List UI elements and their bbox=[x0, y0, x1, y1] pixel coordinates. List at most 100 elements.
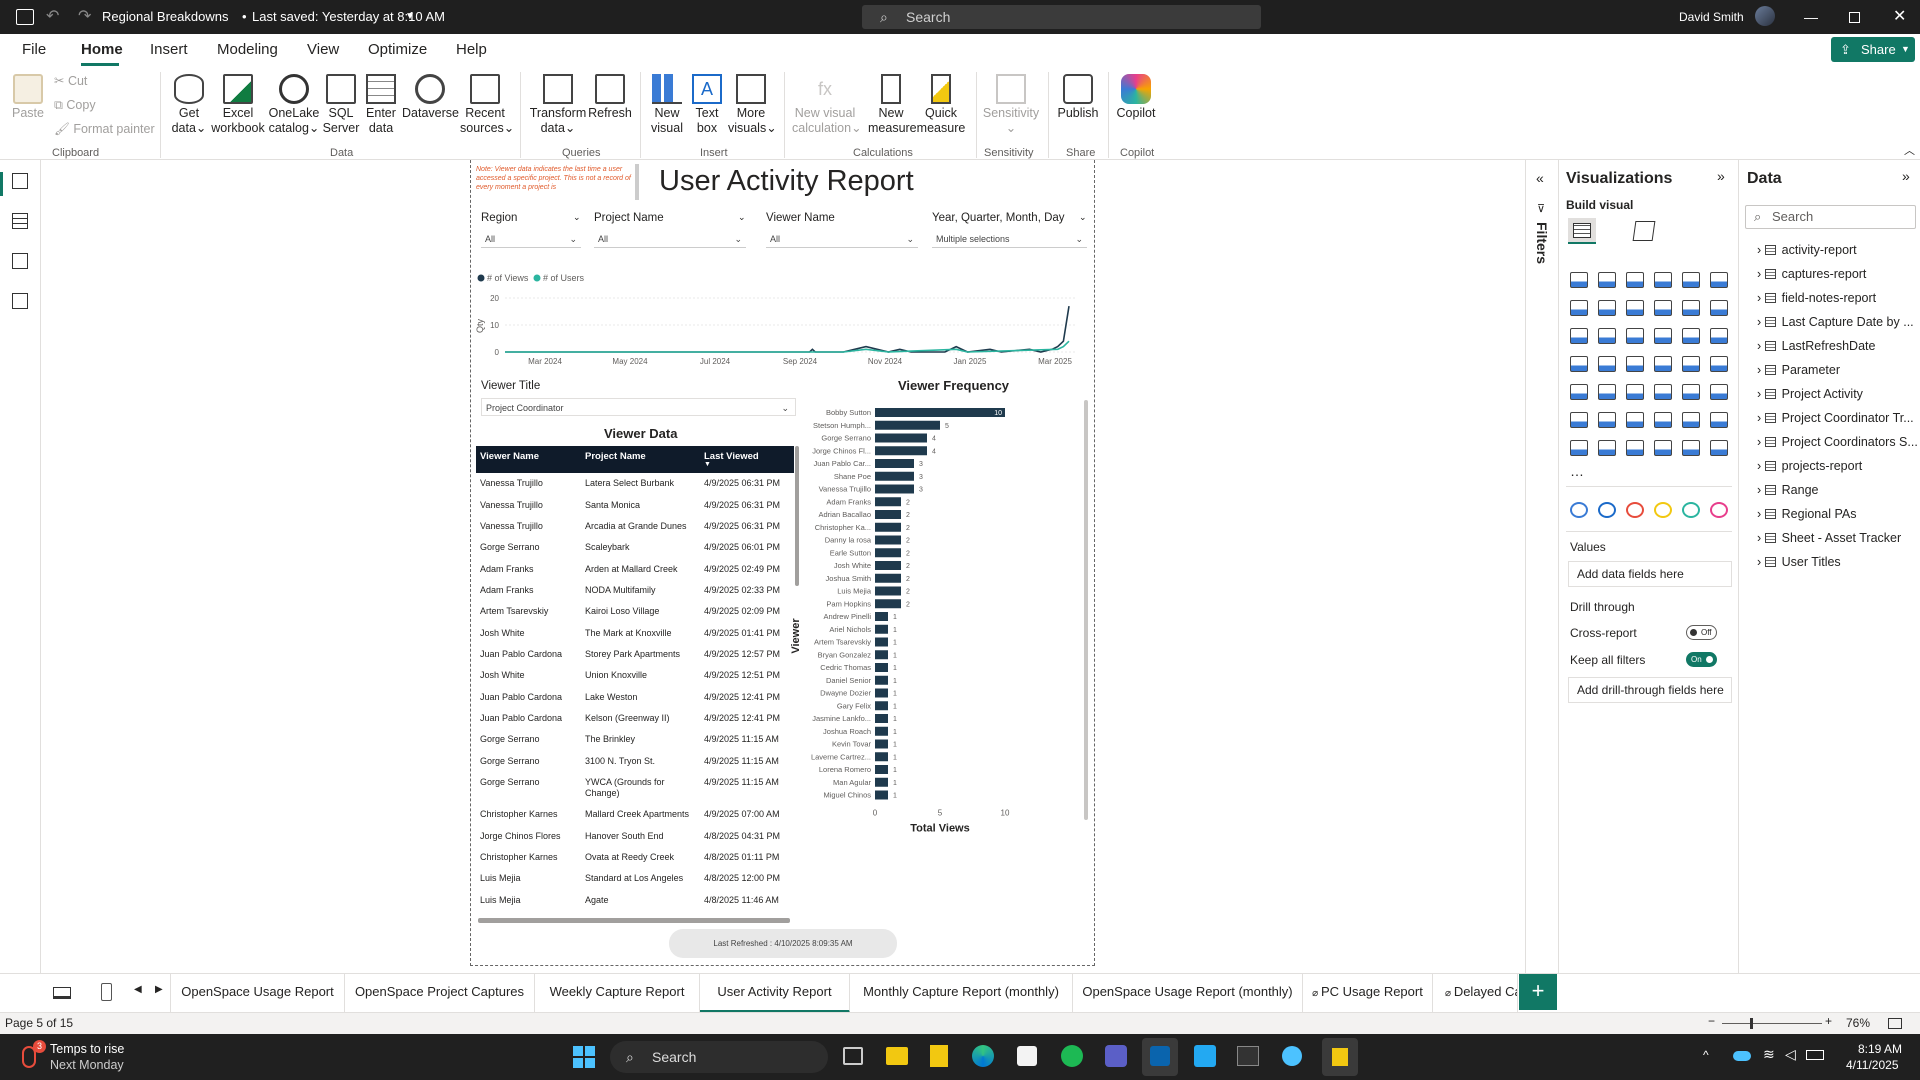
visual-type-icon[interactable] bbox=[1710, 272, 1728, 288]
slicer-dropdown[interactable]: All ⌄ bbox=[766, 230, 918, 248]
series-line[interactable] bbox=[505, 305, 1070, 353]
redo-icon[interactable]: ↷ bbox=[78, 0, 91, 34]
data-table-item[interactable]: › Project Coordinator Tr... bbox=[1757, 411, 1914, 425]
bar[interactable] bbox=[875, 459, 914, 468]
more-visuals-ellipsis[interactable]: … bbox=[1570, 463, 1584, 479]
visual-type-icon[interactable] bbox=[1682, 300, 1700, 316]
add-drill-through-well[interactable]: Add drill-through fields here bbox=[1568, 677, 1732, 703]
data-table-item[interactable]: › Regional PAs bbox=[1757, 507, 1856, 521]
chevron-right-icon[interactable]: › bbox=[1757, 291, 1765, 305]
table-scrollbar-v[interactable] bbox=[795, 446, 799, 586]
task-view-icon[interactable] bbox=[843, 1047, 863, 1065]
more-visuals-button[interactable]: More visuals⌄ bbox=[728, 74, 777, 136]
bar[interactable] bbox=[875, 408, 1005, 417]
publish-button[interactable]: Publish bbox=[1056, 74, 1100, 121]
slicer-date[interactable]: Year, Quarter, Month, Day ⌄ Multiple sel… bbox=[932, 212, 1087, 248]
visual-type-icon[interactable] bbox=[1654, 328, 1672, 344]
table-row[interactable]: Juan Pablo Cardona Storey Park Apartments… bbox=[476, 649, 794, 667]
chevron-right-icon[interactable]: › bbox=[1757, 387, 1765, 401]
report-view-icon[interactable] bbox=[0, 172, 3, 196]
outlook-icon[interactable] bbox=[1142, 1038, 1178, 1076]
visual-type-icon[interactable] bbox=[1570, 412, 1588, 428]
windows-start-icon[interactable] bbox=[573, 1046, 595, 1068]
table-row[interactable]: Vanessa Trujillo Arcadia at Grande Dunes 4… bbox=[476, 521, 794, 539]
visual-type-icon[interactable] bbox=[1682, 440, 1700, 456]
table-row[interactable]: Vanessa Trujillo Santa Monica 4/9/2025 06:… bbox=[476, 500, 794, 518]
recent-sources-button[interactable]: Recent sources⌄ bbox=[460, 74, 514, 136]
menu-optimize[interactable]: Optimize bbox=[368, 41, 427, 58]
zoom-slider-thumb[interactable] bbox=[1750, 1018, 1753, 1029]
table-row[interactable]: Adam Franks Arden at Mallard Creek 4/9/202… bbox=[476, 564, 794, 582]
zoom-slider[interactable] bbox=[1722, 1023, 1822, 1024]
visual-type-icon[interactable] bbox=[1598, 272, 1616, 288]
volume-icon[interactable]: ◁ bbox=[1785, 1046, 1796, 1063]
mobile-layout-icon[interactable] bbox=[101, 983, 112, 1001]
weather-title[interactable]: Temps to rise bbox=[50, 1042, 124, 1056]
data-table-item[interactable]: › field-notes-report bbox=[1757, 291, 1876, 305]
visual-type-icon[interactable] bbox=[1570, 440, 1588, 456]
custom-visual-icon[interactable] bbox=[1626, 502, 1644, 518]
page-tab[interactable]: OpenSpace Usage Report (monthly) bbox=[1073, 974, 1303, 1013]
visual-type-icon[interactable] bbox=[1626, 272, 1644, 288]
powerbi-icon[interactable] bbox=[1322, 1038, 1358, 1076]
visual-type-icon[interactable] bbox=[1682, 328, 1700, 344]
bar[interactable] bbox=[875, 522, 901, 532]
visual-type-icon[interactable] bbox=[1626, 412, 1644, 428]
battery-icon[interactable] bbox=[1806, 1050, 1824, 1060]
format-visual-icon[interactable] bbox=[1632, 221, 1656, 241]
page-tab[interactable]: OpenSpace Usage Report bbox=[170, 974, 345, 1013]
new-visual-button[interactable]: New visual bbox=[648, 74, 686, 136]
app-icon[interactable] bbox=[1282, 1046, 1302, 1066]
page-tab[interactable]: Weekly Capture Report bbox=[535, 974, 700, 1013]
table-scrollbar-h[interactable] bbox=[478, 918, 790, 923]
bar[interactable] bbox=[875, 561, 901, 570]
terminal-icon[interactable] bbox=[1237, 1046, 1259, 1066]
file-explorer-icon[interactable] bbox=[886, 1047, 908, 1065]
visual-type-icon[interactable] bbox=[1570, 300, 1588, 316]
visual-type-icon[interactable] bbox=[1654, 384, 1672, 400]
slicer-viewer-title[interactable]: Viewer Title Project Coordinator ⌄ bbox=[481, 380, 796, 417]
bar[interactable] bbox=[875, 612, 888, 621]
cross-report-toggle[interactable]: Off bbox=[1686, 625, 1717, 640]
column-header[interactable]: Project Name bbox=[585, 451, 646, 462]
bar[interactable] bbox=[875, 701, 888, 711]
visual-type-icon[interactable] bbox=[1654, 272, 1672, 288]
data-table-item[interactable]: › Project Activity bbox=[1757, 387, 1863, 401]
bar[interactable] bbox=[875, 497, 901, 507]
bar[interactable] bbox=[875, 688, 888, 698]
page-tab[interactable]: ⌀ PC Usage Report bbox=[1303, 974, 1433, 1013]
tab-scroll-right-icon[interactable]: ▶ bbox=[155, 984, 163, 995]
visual-type-icon[interactable] bbox=[1710, 384, 1728, 400]
table-row[interactable]: Gorge Serrano Scaleybark 4/9/2025 06:01 PM bbox=[476, 542, 794, 560]
chevron-right-icon[interactable]: › bbox=[1757, 363, 1765, 377]
bar[interactable] bbox=[875, 484, 914, 494]
table-row[interactable]: Christopher Karnes Mallard Creek Apartmen… bbox=[476, 809, 794, 827]
data-table-item[interactable]: › activity-report bbox=[1757, 243, 1857, 257]
app-icon[interactable] bbox=[930, 1045, 948, 1067]
spotify-icon[interactable] bbox=[1061, 1045, 1083, 1067]
transform-data-button[interactable]: Transform data⌄ bbox=[528, 74, 588, 136]
undo-icon[interactable]: ↶ bbox=[46, 0, 59, 34]
visual-type-icon[interactable] bbox=[1626, 356, 1644, 372]
excel-workbook-button[interactable]: Excel workbook bbox=[210, 74, 266, 136]
chevron-right-icon[interactable]: › bbox=[1757, 459, 1765, 473]
text-box-button[interactable]: A Text box bbox=[688, 74, 726, 136]
copilot-button[interactable]: Copilot bbox=[1114, 74, 1158, 121]
add-page-button[interactable]: + bbox=[1519, 974, 1557, 1010]
chevron-right-icon[interactable]: › bbox=[1757, 267, 1765, 281]
get-data-button[interactable]: Get data⌄ bbox=[168, 74, 210, 136]
onelake-catalog-button[interactable]: OneLake catalog⌄ bbox=[268, 74, 320, 136]
table-row[interactable]: Vanessa Trujillo Latera Select Burbank 4/9… bbox=[476, 478, 794, 496]
custom-visual-icon[interactable] bbox=[1710, 502, 1728, 518]
visual-type-icon[interactable] bbox=[1710, 440, 1728, 456]
table-row[interactable]: Artem Tsarevskiy Kairoi Loso Village 4/9/2… bbox=[476, 606, 794, 624]
visual-type-icon[interactable] bbox=[1598, 384, 1616, 400]
visual-type-icon[interactable] bbox=[1570, 328, 1588, 344]
menu-insert[interactable]: Insert bbox=[150, 41, 188, 58]
data-table-item[interactable]: › projects-report bbox=[1757, 459, 1862, 473]
data-table-item[interactable]: › User Titles bbox=[1757, 555, 1841, 569]
visual-type-icon[interactable] bbox=[1682, 272, 1700, 288]
close-icon[interactable]: ✕ bbox=[1893, 0, 1906, 34]
menu-file[interactable]: File bbox=[22, 41, 46, 58]
app-menu-icon[interactable] bbox=[16, 9, 34, 25]
